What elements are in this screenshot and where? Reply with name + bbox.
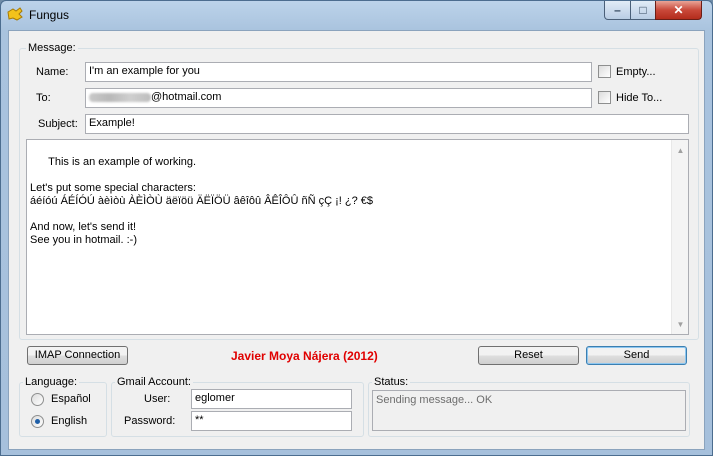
close-button[interactable]: ✕ [655, 1, 702, 20]
hide-to-checkbox-label[interactable]: Hide To... [616, 92, 662, 104]
status-group-label: Status: [372, 376, 411, 388]
imap-connection-button[interactable]: IMAP Connection [27, 346, 128, 365]
status-group: Status: Sending message... OK [368, 376, 690, 437]
status-display: Sending message... OK [372, 390, 686, 431]
client-area: Message: Name: I'm an example for you Em… [8, 30, 705, 450]
name-label: Name: [36, 66, 69, 78]
gmail-account-group-label: Gmail Account: [115, 376, 193, 388]
subject-field[interactable]: Example! [85, 114, 689, 134]
minimize-icon: – [614, 3, 621, 17]
empty-checkbox-label[interactable]: Empty... [616, 66, 656, 78]
main-window: Fungus – □ ✕ Message: Name: I'm an examp… [0, 0, 713, 456]
radio-selected-dot [35, 419, 40, 424]
scroll-down-icon[interactable]: ▼ [672, 318, 688, 331]
title-bar[interactable]: Fungus – □ ✕ [1, 1, 712, 29]
language-group-label: Language: [23, 376, 79, 388]
message-group-label: Message: [26, 42, 78, 54]
redacted-email-user [89, 92, 151, 102]
english-radio-label[interactable]: English [51, 415, 87, 427]
user-label: User: [144, 393, 171, 405]
window-title: Fungus [29, 8, 70, 22]
espanol-radio-label[interactable]: Español [51, 393, 91, 405]
message-body[interactable]: This is an example of working. Let's put… [26, 139, 689, 335]
empty-checkbox[interactable] [598, 65, 611, 78]
close-icon: ✕ [673, 3, 684, 17]
to-field-domain: @hotmail.com [151, 91, 222, 103]
send-button[interactable]: Send [586, 346, 687, 365]
name-field[interactable]: I'm an example for you [85, 62, 592, 82]
subject-label: Subject: [38, 118, 78, 130]
reset-button[interactable]: Reset [478, 346, 579, 365]
espanol-radio[interactable] [31, 393, 44, 406]
to-field[interactable]: @hotmail.com [85, 88, 592, 108]
maximize-icon: □ [639, 3, 647, 17]
user-field[interactable]: eglomer [191, 389, 352, 409]
message-body-text: This is an example of working. Let's put… [30, 156, 373, 246]
language-group: Language: [19, 376, 107, 437]
english-radio[interactable] [31, 415, 44, 428]
minimize-button[interactable]: – [604, 1, 631, 20]
password-field[interactable]: ** [191, 411, 352, 431]
maximize-button[interactable]: □ [630, 1, 656, 20]
scroll-up-icon[interactable]: ▲ [672, 144, 688, 157]
hide-to-checkbox[interactable] [598, 91, 611, 104]
message-body-scrollbar[interactable]: ▲ ▼ [671, 140, 688, 334]
password-label: Password: [124, 415, 176, 427]
to-label: To: [36, 92, 51, 104]
author-credit: Javier Moya Nájera (2012) [231, 349, 378, 363]
app-icon [7, 7, 23, 21]
